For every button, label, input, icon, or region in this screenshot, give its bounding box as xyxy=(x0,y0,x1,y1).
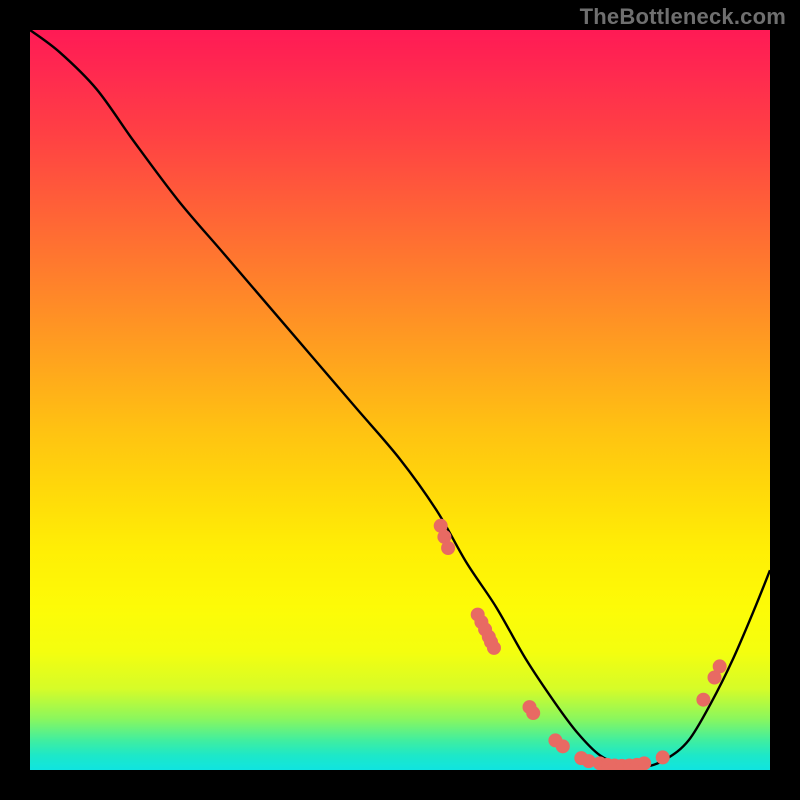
scatter-dot xyxy=(697,693,710,706)
scatter-dot xyxy=(442,542,455,555)
scatter-dot xyxy=(713,660,726,673)
watermark-text: TheBottleneck.com xyxy=(580,4,786,30)
scatter-dot xyxy=(638,757,651,770)
plot-area xyxy=(30,30,770,770)
scatter-dot xyxy=(487,641,500,654)
scatter-dots xyxy=(434,519,726,770)
chart-svg xyxy=(30,30,770,770)
scatter-dot xyxy=(527,707,540,720)
scatter-dot xyxy=(556,740,569,753)
scatter-dot xyxy=(656,751,669,764)
bottleneck-curve-line xyxy=(30,30,770,767)
